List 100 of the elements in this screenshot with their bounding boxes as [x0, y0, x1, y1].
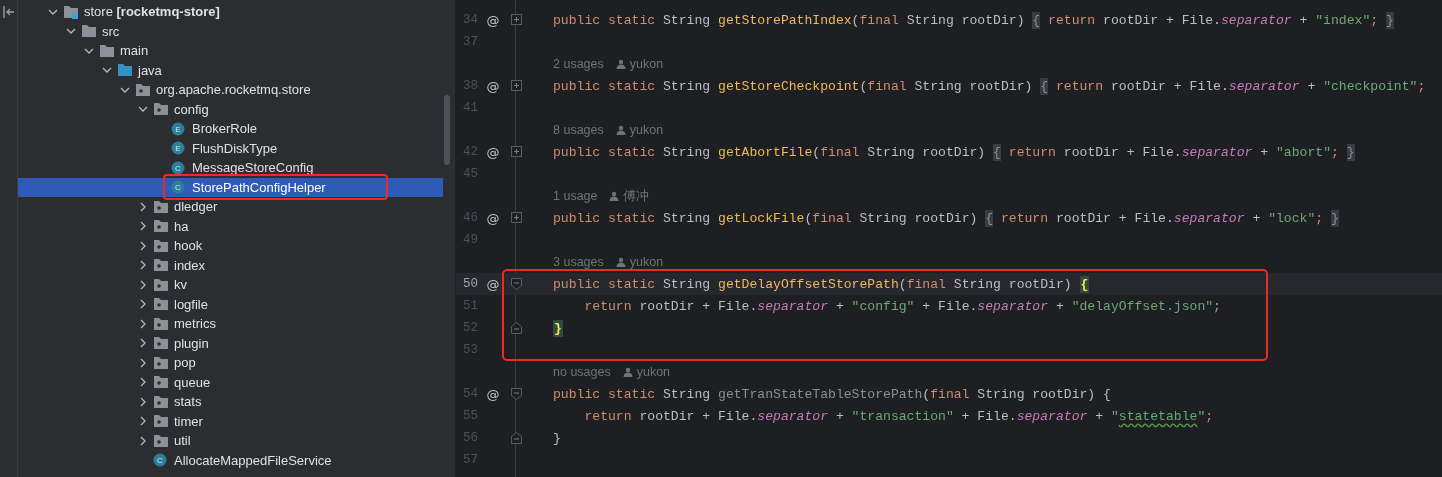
package-icon: [153, 433, 169, 448]
tree-item[interactable]: C AllocateMappedFileService: [18, 450, 443, 470]
package-icon: [153, 199, 169, 214]
tree-item-label: ha: [174, 218, 189, 234]
tree-item-label: util: [174, 433, 191, 449]
tree-item-label: plugin: [174, 335, 209, 351]
package-icon: [153, 238, 169, 253]
tree-item-label: FlushDiskType: [192, 140, 278, 156]
module-folder-icon: [63, 4, 79, 19]
tree-item-label: timer: [174, 413, 203, 429]
code-line: public static String getStorePathIndex(final String rootDir) { return rootDir + File.separator + "index"; }: [553, 12, 1395, 28]
code-line: return rootDir + File.separator + "config" + File.separator + "delayOffset.json";: [583, 298, 1222, 314]
tree-item[interactable]: dledger: [18, 197, 443, 217]
tree-item[interactable]: C MessageStoreConfig: [18, 158, 443, 178]
type-badge-icon: E: [171, 121, 187, 136]
tree-item[interactable]: config: [18, 99, 443, 119]
code-line: public static String getDelayOffsetStorePath(final String rootDir) {: [553, 276, 1091, 292]
override-icon[interactable]: @: [486, 78, 500, 94]
tree-item[interactable]: C StorePathConfigHelper: [18, 177, 443, 197]
author-hint: yukon: [629, 57, 664, 71]
tree-item-label: MessageStoreConfig: [192, 160, 314, 176]
tree-item[interactable]: queue: [18, 372, 443, 392]
tree-item[interactable]: store [rocketmq-store]: [18, 2, 443, 22]
fold-expand-icon[interactable]: [510, 212, 522, 224]
tree-item-label: src: [102, 23, 120, 39]
tree-item-label: StorePathConfigHelper: [192, 179, 326, 195]
package-icon: [153, 258, 169, 273]
type-badge-icon: C: [171, 160, 187, 175]
person-icon: [615, 59, 626, 69]
tree-item-label: pop: [174, 355, 196, 371]
collapse-icon[interactable]: [2, 6, 15, 18]
tree-item-label: org.apache.rocketmq.store: [156, 82, 311, 98]
tree-item[interactable]: index: [18, 255, 443, 275]
tree-item-label: kv: [174, 277, 187, 293]
tree-item[interactable]: stats: [18, 392, 443, 412]
person-icon: [622, 367, 633, 377]
fold-expand-icon[interactable]: [510, 146, 522, 158]
folder-icon: [117, 63, 133, 78]
tree-item[interactable]: timer: [18, 411, 443, 431]
tree-item[interactable]: kv: [18, 275, 443, 295]
type-badge-icon: C: [153, 453, 169, 468]
package-icon: [153, 102, 169, 117]
person-icon: [615, 125, 626, 135]
line-number: 50: [462, 277, 478, 291]
fold-expand-icon[interactable]: [510, 80, 522, 92]
package-icon: [153, 394, 169, 409]
override-icon[interactable]: @: [486, 144, 500, 160]
code-line: return rootDir + File.separator + "transaction" + File.separator + "statetable";: [583, 408, 1215, 424]
fold-collapse-icon[interactable]: [510, 388, 522, 400]
package-icon: [153, 297, 169, 312]
override-icon[interactable]: @: [486, 386, 500, 402]
tree-item[interactable]: main: [18, 41, 443, 61]
tree-item-label: AllocateMappedFileService: [174, 452, 332, 468]
tree-item-label: main: [120, 43, 149, 59]
scrollbar-thumb[interactable]: [444, 95, 450, 165]
tree-item[interactable]: java: [18, 60, 443, 80]
tree-item-label: store [rocketmq-store]: [84, 4, 220, 20]
package-icon: [153, 336, 169, 351]
override-icon[interactable]: @: [486, 276, 500, 292]
tree-item[interactable]: util: [18, 431, 443, 451]
tree-item-label: index: [174, 257, 206, 273]
person-icon: [615, 257, 626, 267]
tree-item-label: java: [138, 62, 162, 78]
tree-item[interactable]: E BrokerRole: [18, 119, 443, 139]
tree-item[interactable]: src: [18, 21, 443, 41]
usages-hint[interactable]: 3 usages: [553, 255, 604, 269]
usages-hint[interactable]: no usages: [553, 365, 611, 379]
folder-icon: [81, 24, 97, 39]
fold-collapse-icon[interactable]: [510, 432, 522, 444]
tree-item-label: logfile: [174, 296, 208, 312]
package-icon: [135, 82, 151, 97]
usages-hint[interactable]: 8 usages: [553, 123, 604, 137]
package-icon: [153, 355, 169, 370]
fold-collapse-icon[interactable]: [510, 278, 522, 290]
usages-hint[interactable]: 1 usage: [553, 189, 598, 203]
fold-expand-icon[interactable]: [510, 14, 522, 26]
code-line: public static String getLockFile(final String rootDir) { return rootDir + File.separator + "lock"; }: [553, 210, 1340, 226]
type-badge-icon: C: [171, 180, 187, 195]
tree-item[interactable]: hook: [18, 236, 443, 256]
package-icon: [153, 219, 169, 234]
tree-item[interactable]: pop: [18, 353, 443, 373]
fold-collapse-icon[interactable]: [510, 322, 522, 334]
author-hint: 傅冲: [623, 187, 650, 205]
package-icon: [153, 375, 169, 390]
tree-item-label: hook: [174, 238, 203, 254]
tree-item-label: queue: [174, 374, 211, 390]
tree-item[interactable]: E FlushDiskType: [18, 138, 443, 158]
tree-item[interactable]: plugin: [18, 333, 443, 353]
tree-item[interactable]: ha: [18, 216, 443, 236]
override-icon[interactable]: @: [486, 210, 500, 226]
tree-item-label: dledger: [174, 199, 218, 215]
override-icon[interactable]: @: [486, 12, 500, 28]
type-badge-icon: E: [171, 141, 187, 156]
tree-item[interactable]: org.apache.rocketmq.store: [18, 80, 443, 100]
usages-hint[interactable]: 2 usages: [553, 57, 604, 71]
tree-item[interactable]: logfile: [18, 294, 443, 314]
code-line: public static String getStoreCheckpoint(final String rootDir) { return rootDir + File.separator + "checkpoint";: [553, 78, 1427, 94]
author-hint: yukon: [629, 123, 664, 137]
person-icon: [609, 191, 620, 201]
tree-item[interactable]: metrics: [18, 314, 443, 334]
